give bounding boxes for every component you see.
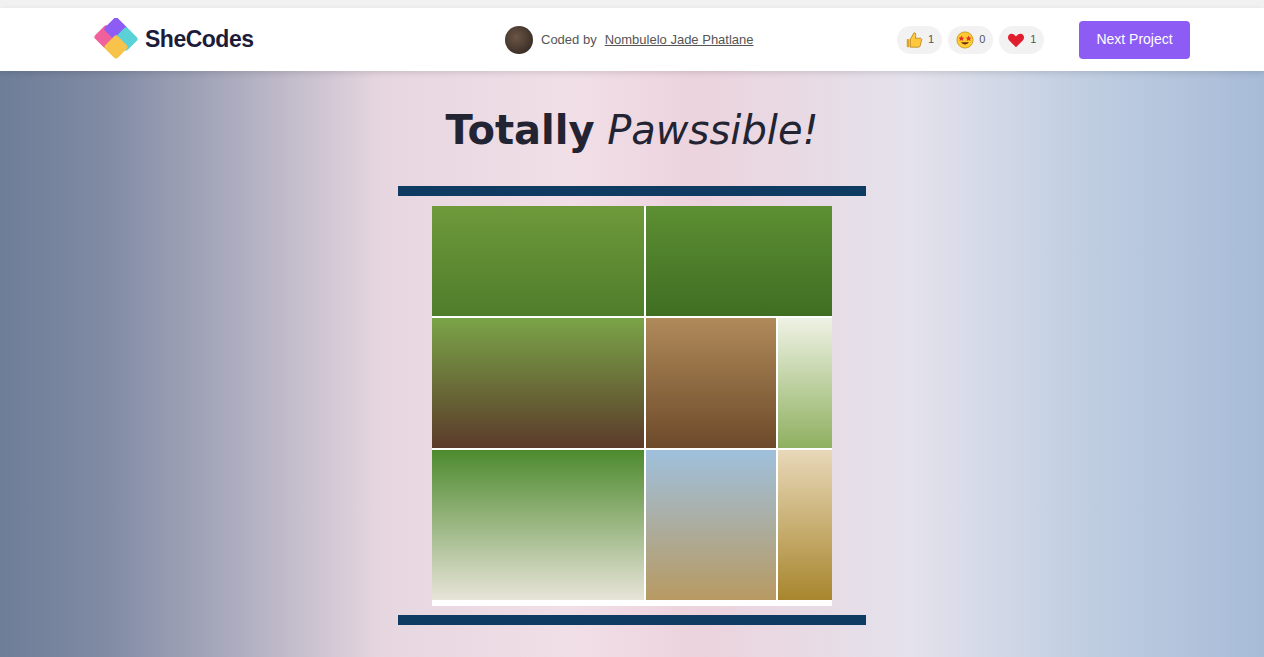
title-italic: Pawssible! — [607, 107, 818, 153]
author-link[interactable]: Nombulelo Jade Phatlane — [605, 30, 754, 50]
heart-icon — [1007, 31, 1025, 49]
reaction-count: 0 — [979, 31, 985, 48]
content: Totally Pawssible! — [0, 71, 1264, 625]
bottom-bar — [398, 615, 866, 625]
thumbs-up-icon — [905, 31, 923, 49]
star-eyes-icon — [956, 31, 974, 49]
logo-text: SheCodes — [145, 22, 253, 57]
top-strip — [0, 0, 1264, 8]
logo[interactable]: SheCodes — [93, 18, 505, 62]
title-bold: Totally — [445, 107, 594, 153]
header: SheCodes Coded by Nombulelo Jade Phatlan… — [0, 8, 1264, 71]
dog-collage-photo — [432, 206, 832, 606]
reactions: 1 0 1 — [897, 26, 1079, 54]
author-info: Coded by Nombulelo Jade Phatlane — [505, 26, 897, 54]
reaction-button[interactable]: 1 — [999, 26, 1044, 54]
page-title: Totally Pawssible! — [445, 104, 818, 156]
reaction-count: 1 — [928, 31, 934, 48]
reaction-button[interactable]: 0 — [948, 26, 993, 54]
coded-by-label: Coded by — [541, 30, 597, 50]
reaction-count: 1 — [1030, 31, 1036, 48]
reaction-button[interactable]: 1 — [897, 26, 942, 54]
next-project-button[interactable]: Next Project — [1079, 21, 1190, 59]
top-bar — [398, 186, 866, 196]
avatar-icon — [505, 26, 533, 54]
shecodes-logo-icon — [93, 18, 139, 62]
